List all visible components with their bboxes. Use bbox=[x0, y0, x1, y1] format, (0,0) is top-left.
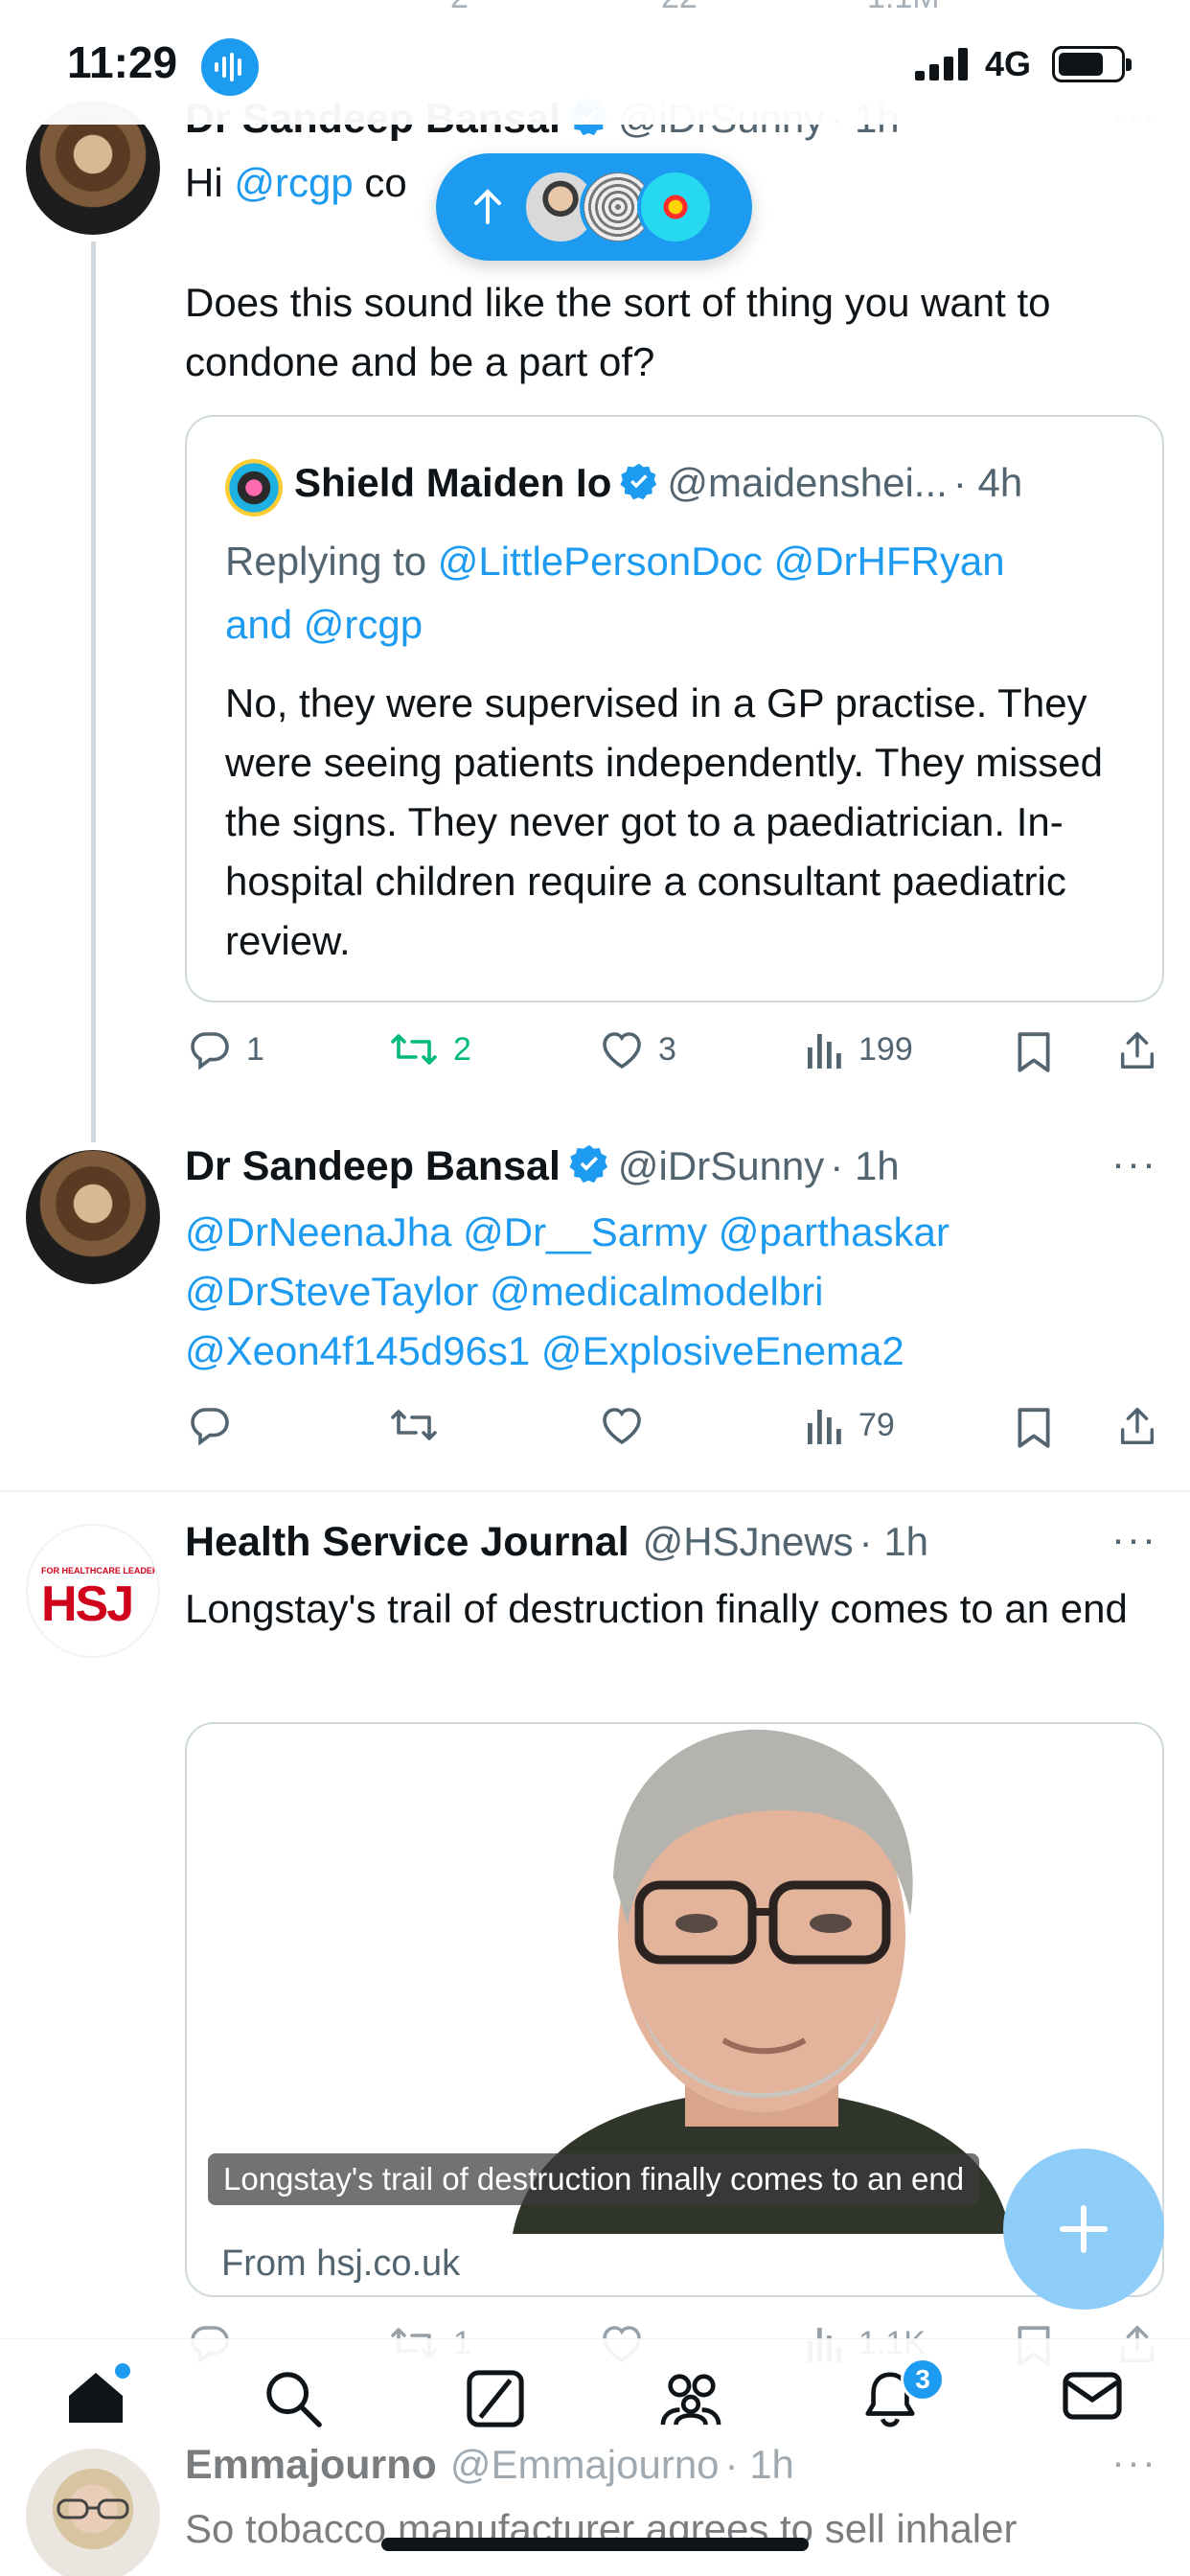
retweet-button[interactable] bbox=[388, 1404, 440, 1446]
post-text-continued: Does this sound like the sort of thing y… bbox=[185, 280, 1051, 384]
home-unread-dot bbox=[115, 2363, 130, 2379]
thread-line bbox=[91, 242, 96, 1142]
reply-count: 1 bbox=[246, 1030, 264, 1068]
reply-icon bbox=[191, 1408, 229, 1446]
mention-line[interactable]: @DrNeenaJha @Dr__Sarmy @parthaskar bbox=[185, 1203, 950, 1262]
post-time: · 1h bbox=[724, 2442, 794, 2487]
post-text: Longstay's trail of destruction finally … bbox=[185, 1586, 1128, 1631]
quoted-post-card[interactable]: Shield Maiden Io @maidenshei... · 4h Reply… bbox=[185, 415, 1164, 1002]
replying-prefix: Replying to bbox=[225, 539, 438, 584]
author-handle[interactable]: @iDrSunny bbox=[618, 1143, 824, 1188]
views-icon bbox=[808, 1034, 841, 1069]
compose-fab[interactable] bbox=[1003, 2149, 1164, 2310]
more-options-icon[interactable]: ··· bbox=[1111, 1140, 1157, 1186]
post-header: Health Service Journal @HSJnews · 1h bbox=[185, 1519, 928, 1566]
new-post-avatar bbox=[637, 169, 714, 245]
reply-button[interactable] bbox=[187, 1404, 233, 1446]
like-button[interactable] bbox=[599, 1404, 645, 1446]
retweet-button[interactable]: 2 bbox=[388, 1028, 471, 1070]
quoted-author-name: Shield Maiden Io bbox=[294, 460, 612, 505]
home-indicator bbox=[381, 2538, 809, 2551]
communities-icon[interactable] bbox=[657, 2369, 724, 2428]
card-caption: Longstay's trail of destruction finally … bbox=[208, 2153, 980, 2205]
view-count: 199 bbox=[858, 1030, 913, 1068]
post-text-prefix: Hi bbox=[185, 160, 235, 205]
arrow-up-icon bbox=[470, 188, 505, 226]
bookmark-icon[interactable] bbox=[1016, 1030, 1052, 1074]
divider bbox=[0, 1490, 1190, 1492]
previous-post-actions: 2 22 1.1M bbox=[0, 0, 1190, 21]
like-button[interactable]: 3 bbox=[599, 1028, 676, 1070]
views-icon bbox=[808, 1410, 841, 1444]
hsj-logo: HSJ bbox=[41, 1576, 134, 1632]
replying-to: Replying to @LittlePersonDoc @DrHFRyan an… bbox=[225, 530, 1145, 656]
plus-icon bbox=[1060, 2205, 1108, 2253]
retweet-icon bbox=[391, 1410, 437, 1440]
share-icon[interactable] bbox=[1116, 1028, 1158, 1072]
quoted-author-avatar bbox=[225, 459, 283, 517]
notifications-badge: 3 bbox=[901, 2358, 945, 2402]
prev-like-count: 22 bbox=[661, 0, 698, 16]
avatar[interactable]: FOR HEALTHCARE LEADERS HSJ bbox=[26, 1524, 160, 1658]
quoted-post-time: · 4h bbox=[952, 460, 1023, 505]
home-icon[interactable] bbox=[65, 2369, 126, 2426]
replying-last-mention[interactable]: @rcgp bbox=[304, 602, 423, 647]
post-text-suffix: co bbox=[353, 160, 407, 205]
verified-badge-icon bbox=[568, 1143, 610, 1185]
views-button[interactable]: 79 bbox=[805, 1404, 895, 1446]
like-count: 3 bbox=[658, 1030, 676, 1068]
author-name[interactable]: Health Service Journal bbox=[185, 1519, 629, 1565]
status-time: 11:29 bbox=[67, 37, 178, 87]
card-source: From hsj.co.uk bbox=[221, 2243, 461, 2284]
mention-line[interactable]: @Xeon4f145d96s1 @ExplosiveEnema2 bbox=[185, 1322, 904, 1381]
replying-and: and bbox=[225, 602, 304, 647]
author-name[interactable]: Emmajourno bbox=[185, 2442, 437, 2488]
prev-retweet-count: 2 bbox=[450, 0, 469, 16]
search-icon[interactable] bbox=[263, 2369, 323, 2428]
heart-icon bbox=[603, 1408, 641, 1445]
quoted-author-handle: @maidenshei... bbox=[667, 460, 948, 505]
post-time: · 1h bbox=[858, 1519, 929, 1564]
share-icon[interactable] bbox=[1116, 1404, 1158, 1448]
more-options-icon[interactable]: ··· bbox=[1111, 2439, 1157, 2485]
author-handle[interactable]: @HSJnews bbox=[643, 1519, 854, 1564]
spaces-audio-icon[interactable] bbox=[201, 38, 259, 96]
avatar[interactable] bbox=[26, 2449, 160, 2576]
view-count: 79 bbox=[858, 1406, 895, 1443]
network-type: 4G bbox=[985, 44, 1032, 83]
heart-icon bbox=[603, 1032, 641, 1070]
mention-link[interactable]: @rcgp bbox=[234, 160, 353, 205]
author-handle[interactable]: @Emmajourno bbox=[450, 2442, 720, 2487]
prev-view-count: 1.1M bbox=[867, 0, 940, 16]
grok-icon[interactable] bbox=[466, 2369, 525, 2428]
quoted-post-text: No, they were supervised in a GP practis… bbox=[225, 680, 1104, 963]
post-header: Dr Sandeep Bansal @iDrSunny· 1h bbox=[185, 1143, 900, 1190]
retweet-count: 2 bbox=[453, 1030, 471, 1068]
post-header: Emmajourno @Emmajourno · 1h bbox=[185, 2442, 794, 2489]
mention-line[interactable]: @DrSteveTaylor @medicalmodelbri bbox=[185, 1262, 823, 1322]
bookmark-icon[interactable] bbox=[1016, 1406, 1052, 1450]
hsj-logo-small-text: FOR HEALTHCARE LEADERS bbox=[41, 1566, 160, 1576]
views-button[interactable]: 199 bbox=[805, 1028, 913, 1070]
author-name[interactable]: Dr Sandeep Bansal bbox=[185, 1143, 561, 1189]
post-time: · 1h bbox=[830, 1143, 900, 1188]
battery-icon bbox=[1052, 46, 1132, 82]
retweet-icon bbox=[391, 1034, 437, 1065]
verified-badge-icon bbox=[619, 462, 659, 502]
more-options-icon[interactable]: ··· bbox=[1111, 1516, 1157, 1562]
reply-icon bbox=[191, 1032, 229, 1070]
signal-icon bbox=[915, 48, 969, 80]
replying-mentions[interactable]: @LittlePersonDoc @DrHFRyan bbox=[438, 539, 1005, 584]
messages-icon[interactable] bbox=[1062, 2369, 1123, 2423]
post-text: Hi @rcgp co bbox=[185, 153, 407, 213]
reply-button[interactable]: 1 bbox=[187, 1028, 264, 1070]
quoted-post-header: Shield Maiden Io @maidenshei... · 4h bbox=[294, 460, 1022, 506]
bottom-nav bbox=[0, 2338, 1190, 2413]
new-posts-pill[interactable] bbox=[436, 153, 752, 261]
avatar[interactable] bbox=[26, 1150, 160, 1284]
